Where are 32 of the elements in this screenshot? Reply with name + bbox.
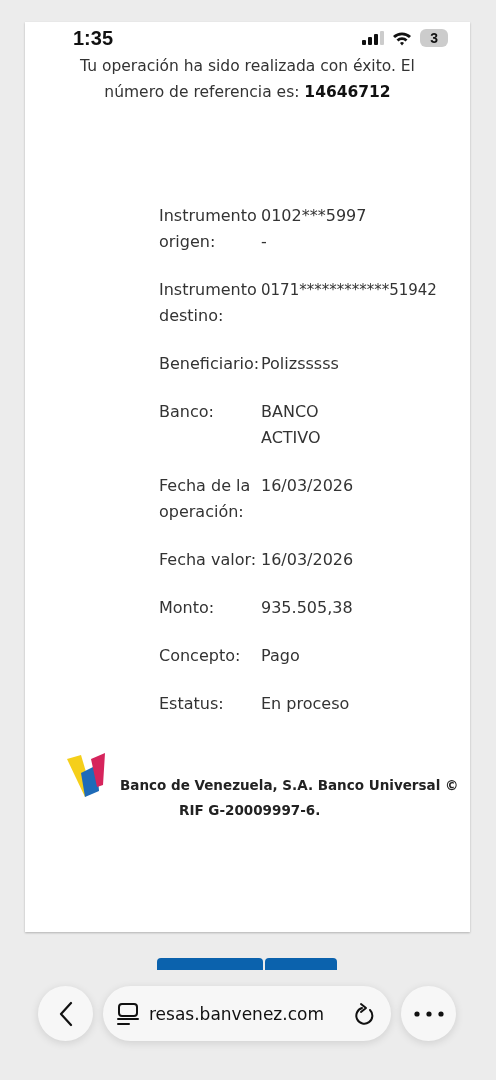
battery-indicator: 3 <box>420 29 448 47</box>
detail-label: Instrumento destino: <box>159 279 258 327</box>
address-bar[interactable]: resas.banvenez.com <box>103 986 391 1041</box>
detail-label: Instrumento origen: <box>159 205 258 253</box>
detail-label: Fecha de la operación: <box>159 475 252 523</box>
detail-value: En proceso <box>261 693 350 715</box>
url-text: resas.banvenez.com <box>149 1003 325 1024</box>
detail-value: 935.505,38 <box>261 597 353 619</box>
back-button[interactable] <box>38 986 93 1041</box>
status-time: 1:35 <box>73 26 114 50</box>
more-icon <box>413 1010 444 1017</box>
detail-label: Banco: <box>159 401 215 423</box>
success-message: Tu operación ha sido realizada con éxito. El número de referencia es: 14646712 <box>79 56 416 103</box>
bank-logo-icon <box>67 753 107 799</box>
detail-value: Polizsssss <box>261 353 339 375</box>
footer-text: Banco de Venezuela, S.A. Banco Universal © <box>120 777 459 793</box>
detail-value: 0171************51942 <box>261 280 437 301</box>
detail-label: Estatus: <box>159 693 225 715</box>
detail-label: Monto: <box>159 597 216 619</box>
detail-label: Fecha valor: <box>159 549 258 571</box>
detail-value: BANCO ACTIVO <box>261 401 322 449</box>
footer-text: RIF G-20009997-6. <box>179 802 321 818</box>
detail-value: 16/03/2026 <box>261 549 354 571</box>
detail-value: Pago <box>261 645 300 667</box>
signal-icon <box>362 31 385 45</box>
detail-label: Concepto: <box>159 645 242 667</box>
detail-value: 16/03/2026 <box>261 475 354 497</box>
more-button[interactable] <box>401 986 456 1041</box>
tabs-icon <box>117 1001 139 1026</box>
detail-label: Beneficiario: <box>159 353 261 375</box>
wifi-icon <box>392 30 413 46</box>
back-icon <box>58 1000 73 1027</box>
